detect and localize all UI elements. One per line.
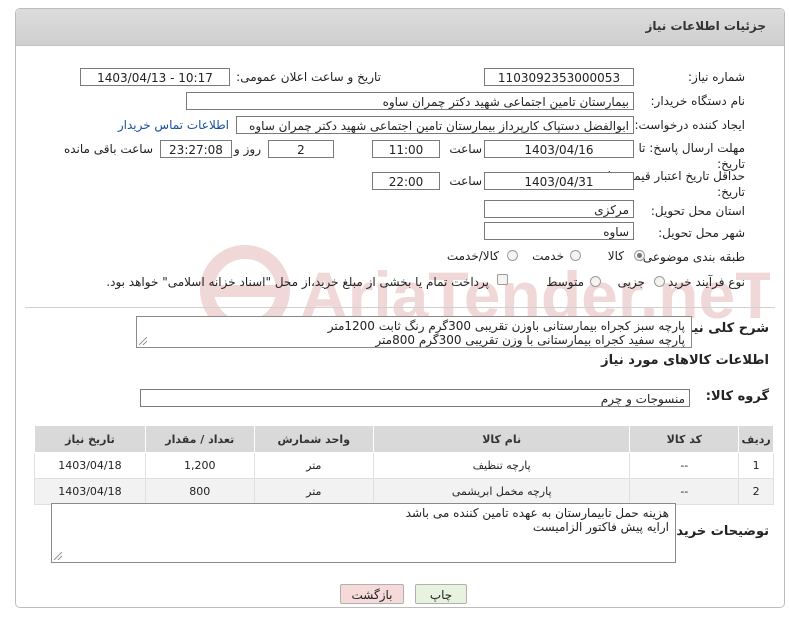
reply-date-field: 1403/04/16 <box>484 140 634 158</box>
announce-datetime-field: 1403/04/13 - 10:17 <box>80 68 230 86</box>
table-row: 1 -- پارچه تنظیف متر 1,200 1403/04/18 <box>34 452 774 479</box>
requester-field: ابوالفضل دستپاک کارپرداز بیمارستان تامین… <box>236 116 634 134</box>
col-name: نام کالا <box>372 425 631 453</box>
buyer-notes-line-1: هزینه حمل تابیمارستان به عهده تامین کنند… <box>405 506 669 520</box>
validity-time-field: 22:00 <box>372 172 440 190</box>
col-qty: تعداد / مقدار <box>144 425 255 453</box>
announce-datetime-label: تاریخ و ساعت اعلان عمومی: <box>236 70 381 84</box>
validity-time-label: ساعت <box>449 174 482 188</box>
city-field: ساوه <box>484 222 634 240</box>
radio-goods[interactable] <box>634 250 645 261</box>
province-label: استان محل تحویل: <box>650 204 745 218</box>
category-label: طبقه بندی موضوعی: <box>638 250 745 264</box>
requester-label: ایجاد کننده درخواست: <box>634 118 745 132</box>
reply-time-label: ساعت <box>449 142 482 156</box>
radio-goods-service[interactable] <box>507 250 518 261</box>
goods-group-field: منسوجات و چرم <box>140 389 690 407</box>
remaining-time-field: 23:27:08 <box>160 140 232 158</box>
table-row: 2 -- پارچه مخمل ابریشمی متر 800 1403/04/… <box>34 478 774 505</box>
city-label: شهر محل تحویل: <box>658 226 745 240</box>
title-bar: جزئیات اطلاعات نیاز <box>16 9 784 46</box>
cell-code: -- <box>629 478 740 505</box>
back-button[interactable]: بازگشت <box>340 584 404 604</box>
category-option-goods-service: کالا/خدمت <box>446 249 499 263</box>
col-row: ردیف <box>738 425 774 453</box>
buyer-contact-link[interactable]: اطلاعات تماس خریدار <box>118 118 229 132</box>
cell-name: پارچه مخمل ابریشمی <box>372 478 631 505</box>
radio-medium[interactable] <box>590 276 601 287</box>
resize-grip-icon[interactable] <box>139 337 147 345</box>
description-textarea[interactable]: پارچه سبز کجراه بیمارستانی باوزن تقریبی … <box>136 316 692 348</box>
goods-section-title: اطلاعات کالاهای مورد نیاز <box>601 353 769 368</box>
cell-code: -- <box>629 452 740 479</box>
cell-date: 1403/04/18 <box>34 478 146 505</box>
province-field: مرکزی <box>484 200 634 218</box>
col-code: کد کالا <box>629 425 740 453</box>
buyer-org-field: بیمارستان تامین اجتماعی شهید دکتر چمران … <box>186 92 634 110</box>
col-date: تاریخ نیاز <box>34 425 146 453</box>
category-option-goods: کالا <box>607 249 624 263</box>
validity-date-field: 1403/04/31 <box>484 172 634 190</box>
cell-qty: 800 <box>144 478 255 505</box>
cell-qty: 1,200 <box>144 452 255 479</box>
cell-row: 2 <box>738 478 774 505</box>
buyer-notes-textarea[interactable]: هزینه حمل تابیمارستان به عهده تامین کنند… <box>51 503 676 563</box>
print-button[interactable]: چاپ <box>415 584 467 604</box>
page-title: جزئیات اطلاعات نیاز <box>645 19 766 33</box>
process-option-minor: جزیی <box>617 275 645 289</box>
process-label: نوع فرآیند خرید : <box>660 275 745 289</box>
remaining-time-label: ساعت باقی مانده <box>63 142 153 156</box>
treasury-payment-note: پرداخت تمام یا بخشی از مبلغ خرید،از محل … <box>106 275 489 289</box>
need-number-field: 1103092353000053 <box>484 68 634 86</box>
radio-minor[interactable] <box>654 276 665 287</box>
buyer-org-label: نام دستگاه خریدار: <box>650 94 746 108</box>
process-option-medium: متوسط <box>546 275 584 289</box>
days-field: 2 <box>268 140 334 158</box>
goods-table: ردیف کد کالا نام کالا واحد شمارش تعداد /… <box>34 425 774 505</box>
cell-row: 1 <box>738 452 774 479</box>
category-option-service: خدمت <box>532 249 564 263</box>
table-header-row: ردیف کد کالا نام کالا واحد شمارش تعداد /… <box>34 425 774 453</box>
cell-date: 1403/04/18 <box>34 452 146 479</box>
buyer-notes-line-2: ارایه پیش فاکتور الزامیست <box>532 520 669 534</box>
description-line-1: پارچه سبز کجراه بیمارستانی باوزن تقریبی … <box>327 319 685 333</box>
resize-grip-icon[interactable] <box>54 552 62 560</box>
divider <box>25 307 775 308</box>
treasury-checkbox[interactable] <box>497 274 508 285</box>
need-number-label: شماره نیاز: <box>688 70 745 84</box>
cell-name: پارچه تنظیف <box>372 452 631 479</box>
reply-time-field: 11:00 <box>372 140 440 158</box>
description-line-2: پارچه سفید کجراه بیمارستانی با وزن تقریب… <box>375 333 685 347</box>
days-label: روز و <box>234 142 261 156</box>
col-unit: واحد شمارش <box>253 425 374 453</box>
radio-service[interactable] <box>570 250 581 261</box>
cell-unit: متر <box>253 478 374 505</box>
cell-unit: متر <box>253 452 374 479</box>
goods-group-label: گروه کالا: <box>705 389 769 404</box>
